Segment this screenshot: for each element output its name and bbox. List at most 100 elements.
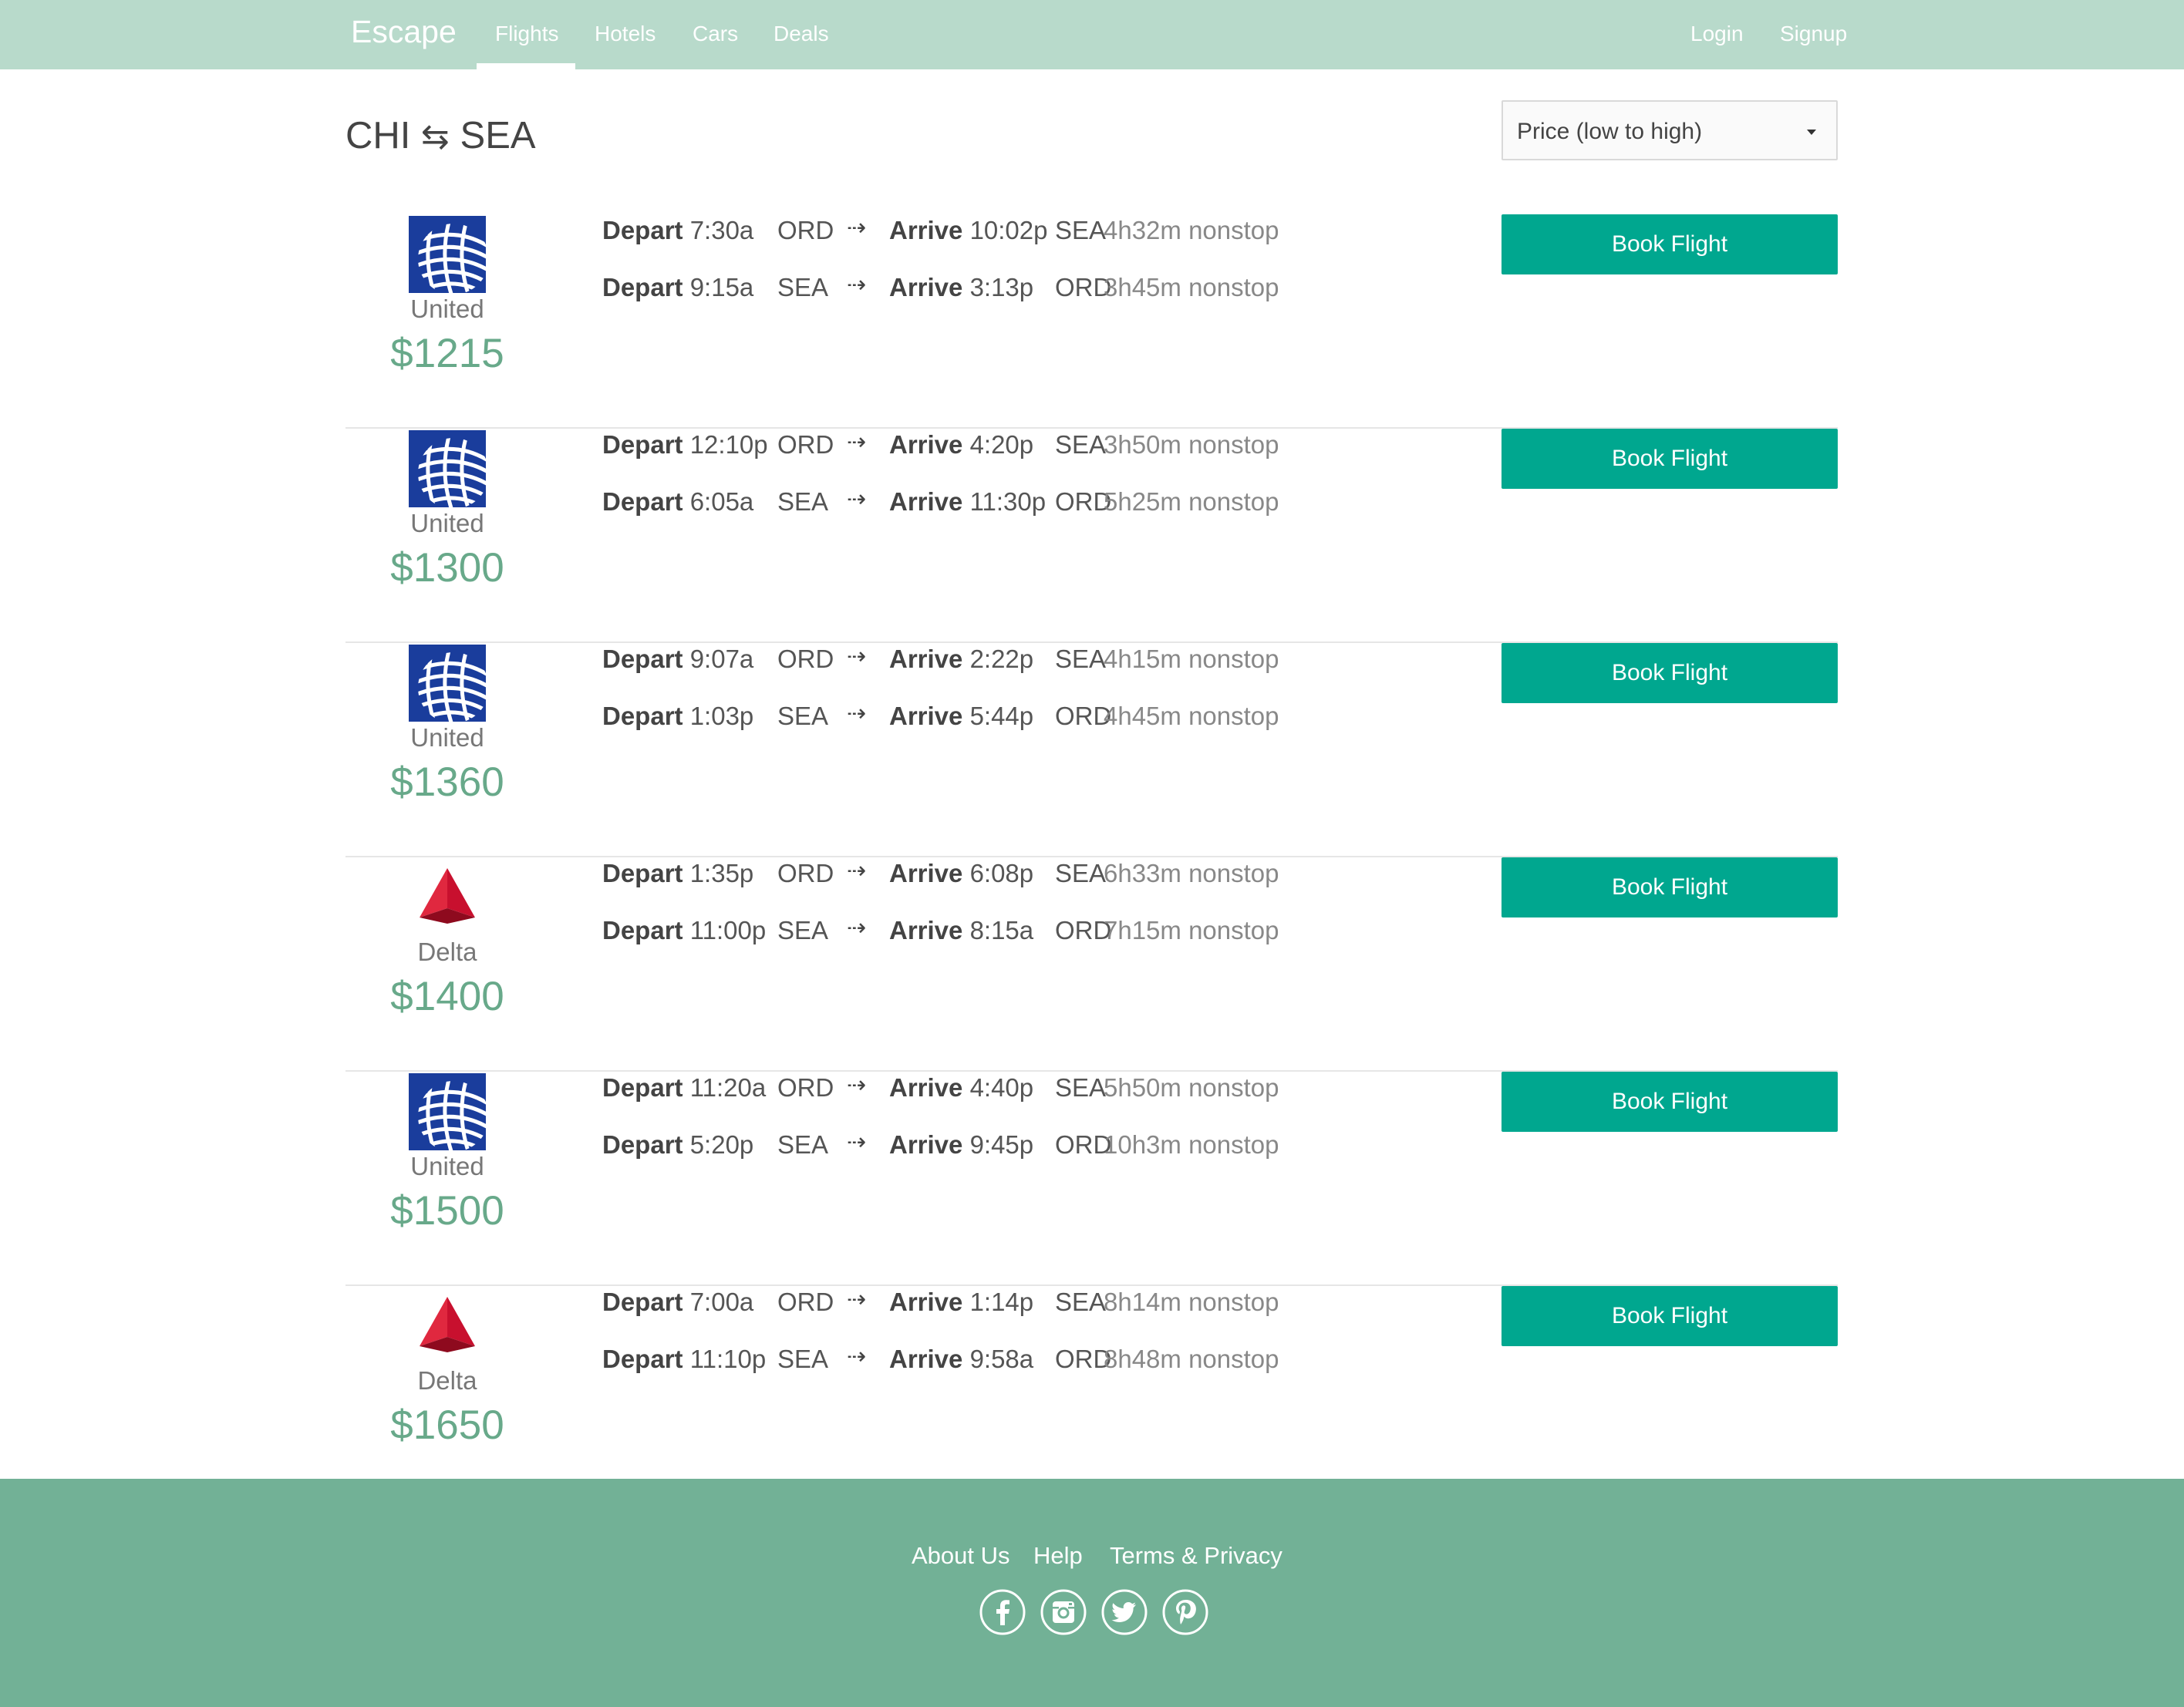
facebook-icon[interactable] xyxy=(979,1588,1026,1636)
twitter-icon[interactable] xyxy=(1100,1588,1148,1636)
airline-name: United xyxy=(410,723,484,752)
footer-link-terms[interactable]: Terms & Privacy xyxy=(1110,1542,1282,1570)
book-flight-button[interactable]: Book Flight xyxy=(1502,1072,1838,1132)
footer-link-help[interactable]: Help xyxy=(1033,1542,1083,1570)
depart-label: Depart xyxy=(602,1073,683,1102)
flight-price: $1300 xyxy=(390,545,504,591)
sort-dropdown[interactable]: Price (low to high) xyxy=(1502,100,1838,160)
book-flight-button[interactable]: Book Flight xyxy=(1502,643,1838,703)
sort-selected-value: Price (low to high) xyxy=(1517,119,1703,144)
depart-info: Depart 1:03p xyxy=(602,702,753,731)
arrive-info: Arrive 9:58a xyxy=(889,1345,1033,1374)
flight-result-row: United $1300 Depart 12:10p ORD ⇢ Arrive 4:20p… xyxy=(345,429,1838,643)
depart-time: 11:00p xyxy=(689,916,767,944)
flight-duration: 10h3m nonstop xyxy=(1104,1130,1279,1159)
brand-logo[interactable]: Escape xyxy=(351,14,457,50)
dashed-arrow-icon: ⇢ xyxy=(847,1344,867,1369)
destination-airport: SEA xyxy=(1055,1073,1107,1102)
book-flight-button[interactable]: Book Flight xyxy=(1502,1286,1838,1346)
depart-time: 1:35p xyxy=(689,859,754,887)
delta-widget-icon xyxy=(420,868,475,924)
destination-airport: SEA xyxy=(1055,430,1107,459)
airline-name: United xyxy=(410,509,484,537)
pinterest-icon[interactable] xyxy=(1161,1588,1209,1636)
dashed-arrow-icon: ⇢ xyxy=(847,644,867,669)
depart-label: Depart xyxy=(602,273,683,301)
origin-airport: SEA xyxy=(777,1345,829,1373)
depart-time: 12:10p xyxy=(689,430,768,459)
arrive-label: Arrive xyxy=(889,487,963,516)
arrive-info: Arrive 6:08p xyxy=(889,859,1033,888)
depart-label: Depart xyxy=(602,430,683,459)
flight-result-row: United $1360 Depart 9:07a ORD ⇢ Arrive 2:22p S… xyxy=(345,643,1838,857)
arrive-info: Arrive 3:13p xyxy=(889,273,1033,302)
arrive-time: 11:30p xyxy=(969,487,1046,516)
flight-result-row: United $1500 Depart 11:20a ORD ⇢ Arrive 4:40p… xyxy=(345,1072,1838,1286)
arrive-time: 5:44p xyxy=(969,702,1034,730)
nav-item-hotels[interactable]: Hotels xyxy=(595,22,656,46)
book-flight-button[interactable]: Book Flight xyxy=(1502,214,1838,274)
united-globe-icon xyxy=(409,1073,486,1150)
dashed-arrow-icon: ⇢ xyxy=(847,429,867,455)
origin-airport: ORD xyxy=(777,1288,834,1316)
arrive-time: 8:15a xyxy=(969,916,1034,944)
active-tab-indicator xyxy=(477,63,575,69)
signup-link[interactable]: Signup xyxy=(1780,22,1847,46)
dashed-arrow-icon: ⇢ xyxy=(847,487,867,512)
flight-price: $1215 xyxy=(390,331,504,376)
depart-info: Depart 7:30a xyxy=(602,216,753,245)
origin-airport: ORD xyxy=(777,216,834,244)
flight-duration: 3h45m nonstop xyxy=(1104,273,1279,301)
nav-item-cars[interactable]: Cars xyxy=(693,22,738,46)
arrive-time: 9:45p xyxy=(969,1130,1034,1159)
footer: About Us Help Terms & Privacy xyxy=(0,1479,2184,1707)
origin-airport: ORD xyxy=(777,859,834,887)
nav-item-deals[interactable]: Deals xyxy=(774,22,829,46)
united-globe-icon xyxy=(409,216,486,293)
book-flight-button[interactable]: Book Flight xyxy=(1502,857,1838,917)
arrive-info: Arrive 10:02p xyxy=(889,216,1048,245)
book-flight-button[interactable]: Book Flight xyxy=(1502,429,1838,489)
airline-name: United xyxy=(410,1152,484,1180)
origin-code: CHI xyxy=(345,115,411,157)
dashed-arrow-icon: ⇢ xyxy=(847,1072,867,1098)
flight-duration: 3h50m nonstop xyxy=(1104,430,1279,459)
origin-airport: SEA xyxy=(777,702,829,730)
arrive-time: 3:13p xyxy=(969,273,1034,301)
flight-duration: 7h15m nonstop xyxy=(1104,916,1279,944)
page-title: CHI ⇆ SEA xyxy=(345,114,536,157)
arrive-label: Arrive xyxy=(889,916,963,944)
arrive-label: Arrive xyxy=(889,645,963,673)
destination-airport: SEA xyxy=(1055,216,1107,244)
depart-label: Depart xyxy=(602,645,683,673)
depart-info: Depart 11:20a xyxy=(602,1073,766,1103)
arrive-info: Arrive 1:14p xyxy=(889,1288,1033,1317)
footer-link-about[interactable]: About Us xyxy=(912,1542,1010,1570)
arrive-info: Arrive 2:22p xyxy=(889,645,1033,674)
depart-info: Depart 11:00p xyxy=(602,916,766,945)
login-link[interactable]: Login xyxy=(1690,22,1744,46)
arrive-info: Arrive 4:20p xyxy=(889,430,1033,460)
dashed-arrow-icon: ⇢ xyxy=(847,1130,867,1155)
depart-info: Depart 12:10p xyxy=(602,430,768,460)
flight-result-row: Delta $1400 Depart 1:35p ORD ⇢ Arrive 6:08p SE… xyxy=(345,857,1838,1072)
depart-label: Depart xyxy=(602,1288,683,1316)
caret-down-icon xyxy=(1807,130,1816,135)
origin-airport: SEA xyxy=(777,916,829,944)
origin-airport: SEA xyxy=(777,273,829,301)
airline-name: United xyxy=(410,295,484,323)
nav-item-flights[interactable]: Flights xyxy=(495,22,558,46)
dashed-arrow-icon: ⇢ xyxy=(847,272,867,298)
instagram-icon[interactable] xyxy=(1040,1588,1087,1636)
depart-info: Depart 9:15a xyxy=(602,273,753,302)
flight-duration: 8h14m nonstop xyxy=(1104,1288,1279,1316)
arrive-label: Arrive xyxy=(889,702,963,730)
depart-time: 9:07a xyxy=(689,645,754,673)
arrive-label: Arrive xyxy=(889,859,963,887)
arrive-time: 1:14p xyxy=(969,1288,1034,1316)
depart-label: Depart xyxy=(602,487,683,516)
depart-label: Depart xyxy=(602,216,683,244)
depart-time: 9:15a xyxy=(689,273,754,301)
depart-info: Depart 9:07a xyxy=(602,645,753,674)
depart-time: 6:05a xyxy=(689,487,754,516)
